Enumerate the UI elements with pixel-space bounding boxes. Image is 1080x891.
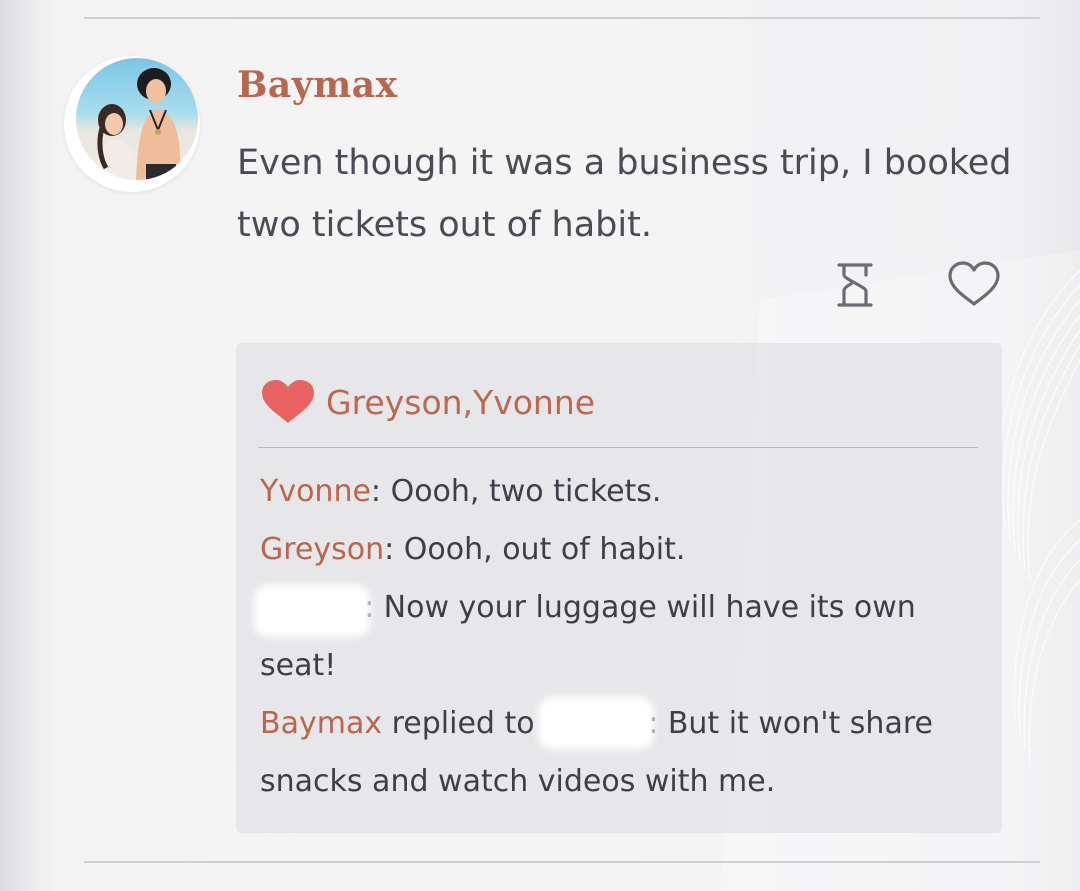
comment-separator: :: [370, 474, 391, 509]
comment-separator: :: [648, 706, 668, 741]
hourglass-icon: [837, 263, 873, 307]
likes-row: Greyson,Yvonne: [260, 379, 595, 425]
comment-text: Oooh, out of habit.: [403, 532, 686, 567]
likers-names[interactable]: Greyson,Yvonne: [326, 383, 595, 422]
comment-author[interactable]: Baymax: [260, 706, 382, 741]
comment-item[interactable]: : Now your luggage will have its own sea…: [260, 579, 980, 695]
comment-author[interactable]: Yvonne: [260, 474, 371, 509]
comment-item[interactable]: Baymax replied to : But it won't share s…: [260, 695, 980, 811]
comments-divider: [258, 447, 978, 448]
post-text: Even though it was a business trip, I bo…: [237, 143, 1012, 245]
comment-text: Oooh, two tickets.: [390, 474, 662, 509]
avatar[interactable]: [64, 56, 200, 192]
hourglass-button[interactable]: [830, 260, 880, 310]
heart-outline-icon: [948, 261, 1000, 306]
redacted-reply-target: [544, 702, 649, 743]
post-author-name[interactable]: Baymax: [237, 64, 398, 106]
comments-box: Greyson,Yvonne Yvonne: Oooh, two tickets…: [236, 343, 1002, 833]
bottom-divider: [84, 861, 1040, 863]
top-divider: [84, 17, 1040, 19]
comment-list: Yvonne: Oooh, two tickets. Greyson: Oooh…: [260, 463, 980, 811]
couple-avatar-photo: [76, 58, 198, 180]
redacted-author-name: [260, 590, 364, 631]
like-button[interactable]: [945, 258, 1003, 310]
reply-word: replied to: [382, 706, 545, 741]
comment-author[interactable]: Greyson: [260, 532, 384, 567]
screen-left-edge: [0, 0, 36, 891]
comment-item[interactable]: Greyson: Oooh, out of habit.: [260, 521, 980, 579]
comment-item[interactable]: Yvonne: Oooh, two tickets.: [260, 463, 980, 521]
heart-filled-icon: [262, 380, 314, 423]
comment-separator: :: [384, 532, 404, 567]
comment-separator: :: [364, 590, 384, 625]
